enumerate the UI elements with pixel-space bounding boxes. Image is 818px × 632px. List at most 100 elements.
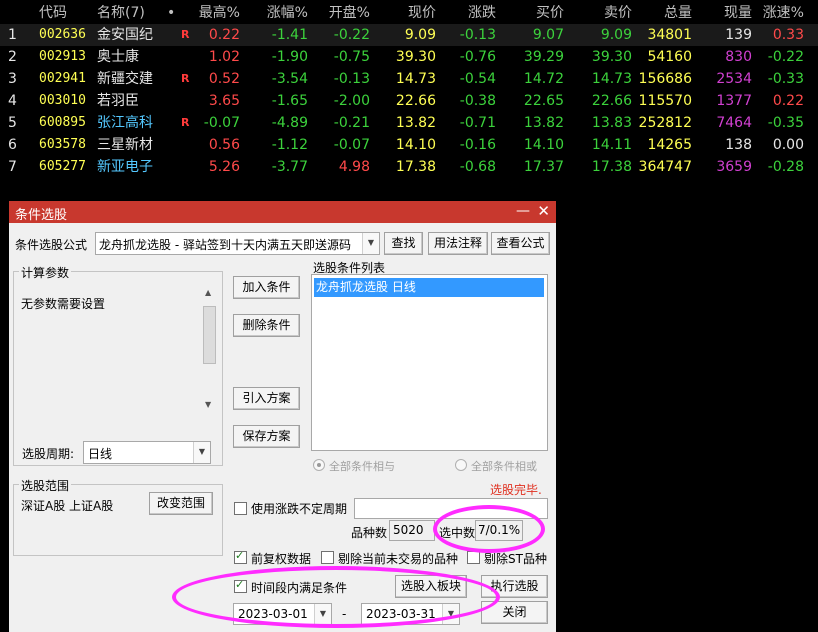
count-field: 5020 — [389, 520, 435, 541]
header-change[interactable]: 涨跌 — [468, 2, 496, 24]
conditions-list[interactable]: 龙舟抓龙选股 日线 — [311, 274, 548, 451]
header-volume[interactable]: 总量 — [664, 2, 692, 24]
current-vol-cell: 138 — [725, 137, 752, 153]
volume-cell: 14265 — [647, 137, 692, 153]
change-range-button[interactable]: 改变范围 — [149, 492, 213, 515]
scroll-up-icon[interactable]: ▲ — [205, 288, 211, 297]
close-icon[interactable]: ✕ — [537, 202, 550, 220]
change-pct-cell: -1.41 — [271, 27, 308, 43]
delete-condition-button[interactable]: 删除条件 — [233, 314, 300, 337]
code-cell: 002636 — [39, 27, 86, 42]
table-row[interactable]: 6 603578 三星新材 0.56 -1.12 -0.07 14.10 -0.16 14.10… — [0, 134, 818, 156]
r-badge: R — [181, 72, 190, 85]
header-open-pct[interactable]: 开盘% — [329, 2, 370, 24]
header-bid[interactable]: 买价 — [536, 2, 564, 24]
header-dot: • — [167, 5, 176, 21]
current-vol-cell: 830 — [725, 49, 752, 65]
scroll-thumb[interactable] — [203, 306, 216, 364]
import-plan-button[interactable]: 引入方案 — [233, 387, 300, 410]
volume-cell: 54160 — [647, 49, 692, 65]
r-badge: R — [181, 28, 190, 41]
volume-cell: 252812 — [638, 115, 692, 131]
scroll-down-icon[interactable]: ▼ — [205, 400, 211, 409]
header-change-pct[interactable]: 涨幅% — [267, 2, 308, 24]
code-cell: 002913 — [39, 49, 86, 64]
dialog-title: 条件选股 — [15, 208, 68, 223]
open-pct-cell: -0.13 — [333, 71, 370, 87]
table-row[interactable]: 3 002941 新疆交建 R 0.52 -3.54 -0.13 14.73 -0.54 14.7… — [0, 68, 818, 90]
use-period-checkbox[interactable] — [234, 502, 247, 515]
chevron-down-icon[interactable]: ▼ — [362, 233, 379, 254]
change-pct-cell: -1.12 — [271, 137, 308, 153]
header-name[interactable]: 名称(7) — [97, 2, 145, 24]
stock-screener-dialog: 条件选股 — ✕ 条件选股公式 龙舟抓龙选股 - 驿站签到十天内满五天即送源码 … — [9, 201, 556, 632]
volume-cell: 115570 — [638, 93, 692, 109]
ask-cell: 17.38 — [591, 159, 632, 175]
header-ask[interactable]: 卖价 — [604, 2, 632, 24]
name-cell: 张江高科 — [97, 115, 153, 131]
exclude-st-checkbox[interactable] — [467, 551, 480, 564]
use-period-label: 使用涨跌不定周期 — [251, 502, 348, 516]
name-cell: 新亚电子 — [97, 159, 153, 175]
status-text: 选股完毕. — [490, 483, 542, 497]
table-row[interactable]: 2 002913 奥士康 1.02 -1.90 -0.75 39.30 -0.76 39.29 3… — [0, 46, 818, 68]
list-item[interactable]: 龙舟抓龙选股 日线 — [314, 278, 544, 297]
period-select[interactable]: 日线 ▼ — [83, 441, 211, 464]
exclude-untraded-checkbox[interactable] — [321, 551, 334, 564]
bid-cell: 39.29 — [523, 49, 564, 65]
bid-cell: 13.82 — [523, 115, 564, 131]
speed-cell: -0.33 — [767, 71, 804, 87]
chevron-down-icon[interactable]: ▼ — [193, 442, 210, 463]
current-vol-cell: 3659 — [716, 159, 752, 175]
highlight-oval-time-range — [172, 566, 500, 628]
change-pct-cell: -1.65 — [271, 93, 308, 109]
price-cell: 39.30 — [395, 49, 436, 65]
speed-cell: 0.00 — [772, 137, 804, 153]
table-row[interactable]: 1 002636 金安国纪 R 0.22 -1.41 -0.22 9.09 -0.13 9.07 9… — [0, 24, 818, 46]
radio-and[interactable] — [313, 459, 325, 471]
volume-cell: 156686 — [638, 71, 692, 87]
table-row[interactable]: 7 605277 新亚电子 5.26 -3.77 4.98 17.38 -0.68 17.37 1… — [0, 156, 818, 178]
header-high-pct[interactable]: 最高% — [199, 2, 240, 24]
speed-cell: 0.33 — [772, 27, 804, 43]
row-index: 7 — [8, 159, 17, 175]
code-cell: 600895 — [39, 115, 86, 130]
header-speed[interactable]: 涨速% — [763, 2, 804, 24]
exclude-untraded-label: 剔除当前未交易的品种 — [338, 552, 459, 566]
find-button[interactable]: 查找 — [384, 232, 423, 255]
high-pct-cell: 0.52 — [208, 71, 240, 87]
ask-cell: 9.09 — [600, 27, 632, 43]
range-group-label: 选股范围 — [19, 477, 72, 494]
name-cell: 新疆交建 — [97, 71, 153, 87]
row-index: 2 — [8, 49, 17, 65]
range-value: 深证A股 上证A股 — [21, 499, 114, 513]
table-row[interactable]: 5 600895 张江高科 R -0.07 -4.89 -0.21 13.82 -0.71 13.… — [0, 112, 818, 134]
table-row[interactable]: 4 003010 若羽臣 3.65 -1.65 -2.00 22.66 -0.38 22.65 2… — [0, 90, 818, 112]
name-cell: 三星新材 — [97, 137, 153, 153]
save-plan-button[interactable]: 保存方案 — [233, 425, 300, 448]
change-pct-cell: -1.90 — [271, 49, 308, 65]
open-pct-cell: 4.98 — [338, 159, 370, 175]
ask-cell: 14.73 — [591, 71, 632, 87]
radio-or[interactable] — [455, 459, 467, 471]
dialog-title-bar[interactable]: 条件选股 — ✕ — [9, 201, 556, 223]
header-price[interactable]: 现价 — [408, 2, 436, 24]
minimize-icon[interactable]: — — [516, 203, 530, 219]
adjusted-data-checkbox[interactable] — [234, 549, 247, 564]
header-current-vol[interactable]: 现量 — [724, 2, 752, 24]
change-cell: -0.71 — [459, 115, 496, 131]
params-scrollbar[interactable]: ▲ ▼ — [203, 288, 216, 411]
open-pct-cell: -2.00 — [333, 93, 370, 109]
high-pct-cell: 1.02 — [208, 49, 240, 65]
high-pct-cell: 5.26 — [208, 159, 240, 175]
price-cell: 9.09 — [404, 27, 436, 43]
formula-select[interactable]: 龙舟抓龙选股 - 驿站签到十天内满五天即送源码 ▼ — [95, 232, 380, 255]
row-index: 3 — [8, 71, 17, 87]
usage-button[interactable]: 用法注释 — [428, 232, 488, 255]
radio-and-label: 全部条件相与 — [329, 460, 395, 473]
bid-cell: 17.37 — [523, 159, 564, 175]
params-group-label: 计算参数 — [19, 264, 72, 281]
add-condition-button[interactable]: 加入条件 — [233, 276, 300, 299]
header-code[interactable]: 代码 — [39, 2, 67, 24]
view-formula-button[interactable]: 查看公式 — [491, 232, 550, 255]
